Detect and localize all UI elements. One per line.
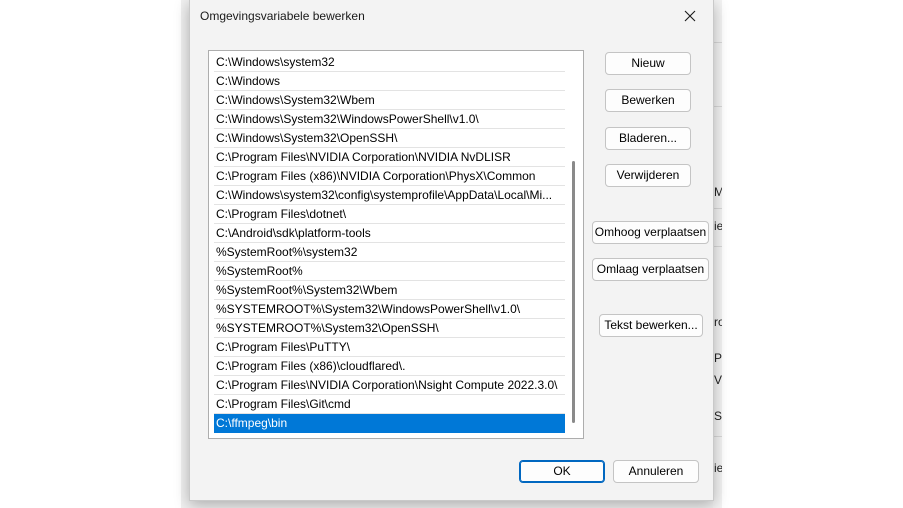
path-list-item[interactable]: C:\Windows\System32\Wbem	[214, 91, 565, 110]
browse-button[interactable]: Bladeren...	[605, 127, 691, 150]
path-list-item[interactable]: C:\Program Files\dotnet\	[214, 205, 565, 224]
bg-fragment: PU	[714, 351, 722, 365]
path-list-item[interactable]: C:\Program Files\PuTTY\	[214, 338, 565, 357]
path-list-item[interactable]: C:\Program Files\NVIDIA Corporation\Nsig…	[214, 376, 565, 395]
move-down-button[interactable]: Omlaag verplaatsen	[592, 258, 709, 281]
path-list-item[interactable]: C:\ffmpeg\bin	[214, 414, 565, 433]
edit-button[interactable]: Bewerken	[605, 89, 691, 112]
title-bar: Omgevingsvariabele bewerken	[190, 0, 713, 32]
path-list-item[interactable]: %SYSTEMROOT%\System32\WindowsPowerShell\…	[214, 300, 565, 319]
path-list-item[interactable]: C:\Program Files (x86)\cloudflared\.	[214, 357, 565, 376]
bg-divider	[713, 246, 722, 247]
path-list-item[interactable]: C:\Program Files (x86)\NVIDIA Corporatio…	[214, 167, 565, 186]
background-window-edge: Mi ie ro PU V S ie	[713, 0, 722, 508]
new-button[interactable]: Nieuw	[605, 52, 691, 75]
bg-divider	[713, 106, 722, 107]
path-list-item[interactable]: %SystemRoot%\system32	[214, 243, 565, 262]
path-list-item[interactable]: %SystemRoot%	[214, 262, 565, 281]
bg-divider	[713, 42, 722, 43]
bg-divider	[713, 436, 722, 437]
path-list-item[interactable]: C:\Program Files\Git\cmd	[214, 395, 565, 414]
path-list-item[interactable]: C:\Windows	[214, 72, 565, 91]
path-list-item[interactable]: C:\Windows\system32	[214, 53, 565, 72]
ok-button[interactable]: OK	[519, 460, 605, 483]
path-list-item[interactable]: %SystemRoot%\System32\Wbem	[214, 281, 565, 300]
path-list[interactable]: C:\Windows\system32 C:\Windows C:\Windows\…	[208, 50, 584, 439]
path-list-item[interactable]: C:\Windows\System32\WindowsPowerShell\v1…	[214, 110, 565, 129]
bg-fragment: ie	[714, 219, 722, 233]
cancel-button[interactable]: Annuleren	[613, 460, 699, 483]
path-list-item[interactable]: C:\Windows\System32\OpenSSH\	[214, 129, 565, 148]
delete-button[interactable]: Verwijderen	[605, 164, 691, 187]
bg-fragment: V	[714, 373, 722, 387]
edit-text-button[interactable]: Tekst bewerken...	[599, 314, 703, 337]
path-list-item[interactable]: C:\Android\sdk\platform-tools	[214, 224, 565, 243]
close-button[interactable]	[667, 0, 713, 32]
edit-environment-variable-dialog: Omgevingsvariabele bewerken C:\Windows\s…	[189, 0, 714, 501]
bg-fragment: S	[714, 409, 722, 423]
bg-fragment: Mi	[714, 185, 722, 199]
bg-fragment: ie	[714, 461, 722, 475]
bg-divider	[713, 208, 722, 209]
path-list-item[interactable]: C:\Program Files\NVIDIA Corporation\NVID…	[214, 148, 565, 167]
bg-fragment: ro	[714, 315, 722, 329]
close-icon	[684, 10, 696, 22]
dialog-title: Omgevingsvariabele bewerken	[200, 9, 365, 23]
move-up-button[interactable]: Omhoog verplaatsen	[592, 221, 709, 244]
scrollbar-thumb[interactable]	[572, 161, 575, 423]
path-list-item[interactable]: C:\Windows\system32\config\systemprofile…	[214, 186, 565, 205]
path-list-item[interactable]: %SYSTEMROOT%\System32\OpenSSH\	[214, 319, 565, 338]
